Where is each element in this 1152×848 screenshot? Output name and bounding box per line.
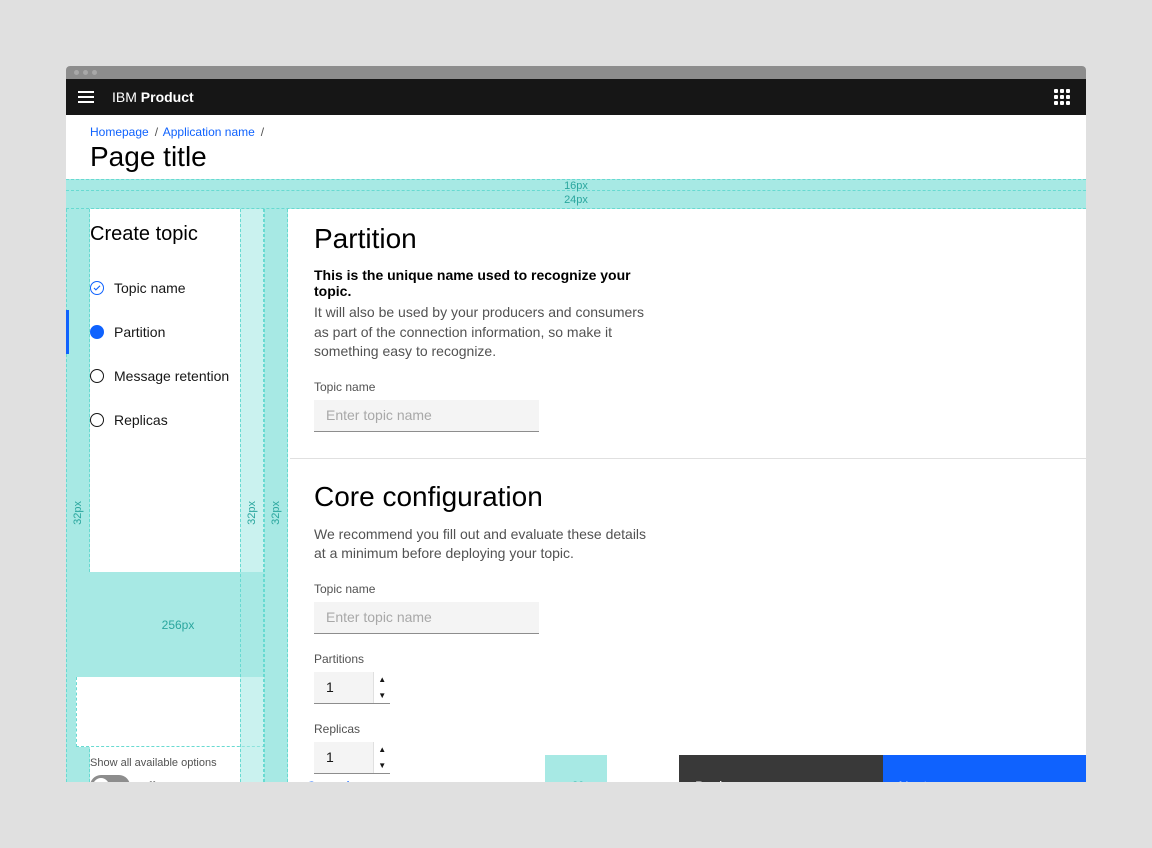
shell-header: IBM Product: [66, 79, 1086, 115]
partition-lead: This is the unique name used to recogniz…: [314, 267, 654, 299]
section-heading-core: Core configuration: [314, 481, 1062, 513]
step-label: Topic name: [114, 280, 186, 296]
spec-vstrip-mid-b: 32px: [264, 209, 288, 782]
wizard-footer: Cancel 80px Back Next: [290, 755, 1086, 782]
stepper-down-icon[interactable]: ▼: [374, 687, 390, 703]
menu-icon[interactable]: [78, 91, 94, 103]
topic-name-label: Topic name: [314, 380, 539, 394]
page-header: Homepage/ Application name/ Page title: [66, 115, 1086, 179]
spec-annotation-24: 24px: [66, 191, 1086, 209]
page-body: 32px Create topic Topic name Partition M…: [66, 209, 1086, 782]
circle-filled-icon: [90, 325, 104, 339]
field-partitions: Partitions ▲ ▼: [314, 652, 1062, 704]
spec-footer-height: 80px: [545, 755, 607, 782]
show-all-toggle[interactable]: [90, 775, 130, 782]
step-label: Partition: [114, 324, 165, 340]
core-topic-label: Topic name: [314, 582, 539, 596]
spec-annotation-16: 16px: [66, 179, 1086, 191]
core-topic-input[interactable]: [314, 602, 539, 634]
cancel-button[interactable]: Cancel: [290, 755, 545, 782]
topic-name-input[interactable]: [314, 400, 539, 432]
stepper-up-icon[interactable]: ▲: [374, 672, 390, 688]
breadcrumb: Homepage/ Application name/: [90, 125, 1062, 139]
step-label: Replicas: [114, 412, 168, 428]
spec-vstrip-mid-a: 32px: [240, 209, 264, 782]
section-divider: [290, 458, 1086, 459]
partition-sub: It will also be used by your producers a…: [314, 303, 654, 362]
partitions-input[interactable]: [314, 672, 373, 704]
browser-frame: IBM Product Homepage/ Application name/ …: [66, 66, 1086, 782]
toggle-state: Off: [138, 779, 155, 783]
partitions-stepper: ▲ ▼: [373, 672, 390, 703]
partitions-label: Partitions: [314, 652, 1062, 666]
page-title: Page title: [90, 141, 1062, 173]
circle-icon: [90, 413, 104, 427]
field-topic-name-2: Topic name: [314, 582, 539, 634]
step-label: Message retention: [114, 368, 229, 384]
next-button[interactable]: Next: [883, 755, 1087, 782]
app-switcher-icon[interactable]: [1054, 89, 1070, 105]
back-button[interactable]: Back: [679, 755, 883, 782]
crumb-home[interactable]: Homepage: [90, 125, 149, 139]
core-sub: We recommend you fill out and evaluate t…: [314, 525, 654, 564]
section-heading-partition: Partition: [314, 223, 1062, 255]
field-topic-name-1: Topic name: [314, 380, 539, 432]
replicas-label: Replicas: [314, 722, 1062, 736]
footer-gap: [607, 755, 679, 782]
product-brand: IBM Product: [112, 89, 194, 105]
crumb-app[interactable]: Application name: [163, 125, 255, 139]
main-content: Partition This is the unique name used t…: [290, 209, 1086, 782]
window-titlebar: [66, 66, 1086, 79]
circle-icon: [90, 369, 104, 383]
check-icon: [90, 281, 104, 295]
